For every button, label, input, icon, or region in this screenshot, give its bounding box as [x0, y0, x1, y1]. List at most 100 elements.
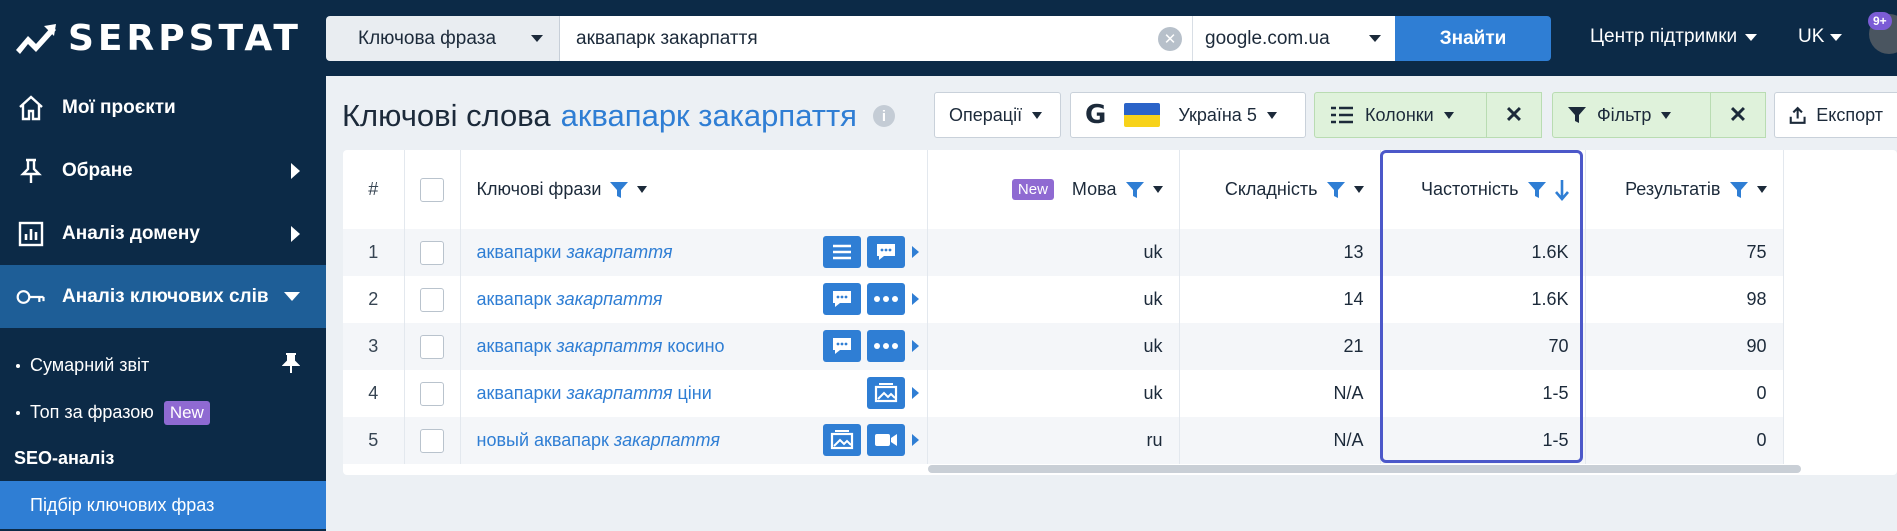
- sidebar-subitem-top-by-phrase[interactable]: Топ за фразою New: [0, 389, 326, 436]
- sort-desc-icon[interactable]: [1554, 179, 1569, 201]
- row-checkbox[interactable]: [420, 240, 444, 265]
- difficulty-cell: N/A: [1179, 370, 1381, 417]
- sidebar-item-projects[interactable]: Мої проєкти: [0, 76, 326, 139]
- frequency-cell: 1-5: [1380, 370, 1586, 417]
- row-checkbox[interactable]: [420, 334, 444, 359]
- sidebar-subitem-summary[interactable]: Сумарний звіт: [0, 342, 326, 389]
- operations-button[interactable]: Операції: [934, 92, 1061, 138]
- pin-icon[interactable]: [281, 352, 301, 379]
- chart-icon: [16, 219, 46, 249]
- expand-row-icon[interactable]: [911, 434, 919, 446]
- keyword-link[interactable]: новый аквапарк закарпаття: [477, 430, 720, 450]
- serpstat-logo[interactable]: SERPSTAT: [14, 18, 302, 59]
- sidebar-item-label: Мої проєкти: [62, 96, 176, 118]
- col-header-frequency[interactable]: Частотність: [1380, 150, 1586, 229]
- more-icon[interactable]: [866, 283, 905, 315]
- logo-text: SERPSTAT: [68, 18, 302, 59]
- select-all-checkbox[interactable]: [420, 177, 444, 202]
- search-input[interactable]: [576, 27, 1136, 50]
- list-icon[interactable]: [822, 236, 861, 268]
- keyword-link[interactable]: аквапарк закарпаття: [477, 289, 663, 309]
- results-cell: 0: [1585, 417, 1784, 464]
- language-menu[interactable]: UK: [1798, 26, 1843, 48]
- expand-row-icon[interactable]: [911, 246, 919, 258]
- sidebar-item-favorites[interactable]: Обране: [0, 139, 326, 202]
- top-bar: SERPSTAT Ключова фраза ✕ google.com.ua З…: [0, 0, 1897, 76]
- chevron-down-icon: [1745, 33, 1758, 41]
- col-header-keywords[interactable]: Ключові фрази: [460, 150, 928, 229]
- keyword-text: аквапарк: [476, 289, 557, 309]
- difficulty-cell: N/A: [1179, 417, 1381, 464]
- info-icon[interactable]: i: [872, 105, 895, 127]
- filter-icon[interactable]: [609, 180, 629, 200]
- keyword-cell: новый аквапарк закарпаття: [460, 417, 928, 464]
- col-header-results[interactable]: Результатів: [1585, 150, 1784, 229]
- chevron-down-icon[interactable]: [1152, 186, 1163, 193]
- sidebar-item-keyword-analysis[interactable]: Аналіз ключових слів: [0, 265, 326, 328]
- expand-row-icon[interactable]: [911, 293, 919, 305]
- search-engine-select[interactable]: google.com.ua: [1192, 16, 1395, 61]
- keyword-tail: ціни: [672, 383, 712, 403]
- search-type-select[interactable]: Ключова фраза: [326, 16, 560, 61]
- columns-reset-button[interactable]: ✕: [1486, 92, 1542, 138]
- filter-icon[interactable]: [1326, 180, 1346, 200]
- image-pack-icon[interactable]: [822, 424, 861, 456]
- row-select-cell: [404, 323, 461, 370]
- keyword-match: закарпаття: [556, 289, 663, 309]
- keyword-link[interactable]: аквапарк закарпаття косино: [477, 336, 725, 356]
- filter-icon[interactable]: [1527, 180, 1547, 200]
- chat-bubble-icon[interactable]: [822, 330, 861, 362]
- col-header-difficulty[interactable]: Складність: [1179, 150, 1381, 229]
- keyword-cell: аквапарк закарпаття косино: [460, 323, 928, 370]
- ukraine-flag-icon: [1124, 103, 1161, 127]
- keyword-match: закарпаття: [613, 430, 720, 450]
- operations-label: Операції: [949, 104, 1023, 125]
- notification-badge[interactable]: 9+: [1868, 12, 1892, 30]
- col-header-label: Складність: [1224, 179, 1318, 199]
- clear-search-icon[interactable]: ✕: [1158, 27, 1182, 51]
- region-label: Україна 5: [1178, 104, 1257, 125]
- row-checkbox[interactable]: [420, 287, 444, 312]
- more-icon[interactable]: [866, 330, 905, 362]
- video-icon[interactable]: [866, 424, 905, 456]
- support-label: Центр підтримки: [1590, 26, 1738, 47]
- support-menu[interactable]: Центр підтримки: [1590, 26, 1758, 48]
- chevron-down-icon[interactable]: [1756, 186, 1767, 193]
- chevron-down-icon: [531, 35, 543, 42]
- frequency-cell: 1.6K: [1380, 229, 1586, 276]
- export-button[interactable]: Експорт: [1774, 92, 1897, 138]
- chat-bubble-icon[interactable]: [866, 236, 905, 268]
- col-header-lang[interactable]: New Мова: [927, 150, 1180, 229]
- search-engine-label: google.com.ua: [1205, 27, 1330, 49]
- expand-row-icon[interactable]: [911, 387, 919, 399]
- keyword-link[interactable]: аквапарки закарпаття ціни: [477, 383, 712, 403]
- chat-bubble-icon[interactable]: [822, 283, 861, 315]
- row-checkbox[interactable]: [420, 428, 444, 453]
- keyword-text: аквапарк: [476, 336, 557, 356]
- sidebar-item-domain-analysis[interactable]: Аналіз домену: [0, 202, 326, 265]
- results-cell: 0: [1585, 370, 1784, 417]
- chevron-down-icon[interactable]: [637, 186, 648, 193]
- new-badge: New: [1011, 179, 1054, 200]
- filter-icon[interactable]: [1125, 180, 1145, 200]
- search-button[interactable]: Знайти: [1395, 16, 1551, 61]
- row-num: 3: [343, 323, 405, 370]
- image-pack-icon[interactable]: [866, 377, 905, 409]
- horizontal-scrollbar[interactable]: [928, 465, 1801, 473]
- sidebar-subitem-label: Топ за фразою: [30, 402, 154, 422]
- chevron-down-icon[interactable]: [1353, 186, 1364, 193]
- filter-button[interactable]: Фільтр: [1552, 92, 1712, 138]
- results-cell: 75: [1585, 229, 1784, 276]
- region-select[interactable]: G Україна 5: [1070, 92, 1306, 138]
- keyword-link[interactable]: аквапарки закарпаття: [477, 242, 673, 262]
- row-checkbox[interactable]: [420, 381, 444, 406]
- expand-row-icon[interactable]: [911, 340, 919, 352]
- results-cell: 90: [1585, 323, 1784, 370]
- col-header-select: [404, 150, 461, 229]
- sidebar-subitem-keyword-selection[interactable]: Підбір ключових фраз: [0, 481, 326, 529]
- filter-icon[interactable]: [1729, 180, 1749, 200]
- filter-reset-button[interactable]: ✕: [1710, 92, 1766, 138]
- frequency-cell: 1.6K: [1380, 276, 1586, 323]
- columns-button[interactable]: Колонки: [1314, 92, 1488, 138]
- keyword-cell: аквапарк закарпаття: [460, 276, 928, 323]
